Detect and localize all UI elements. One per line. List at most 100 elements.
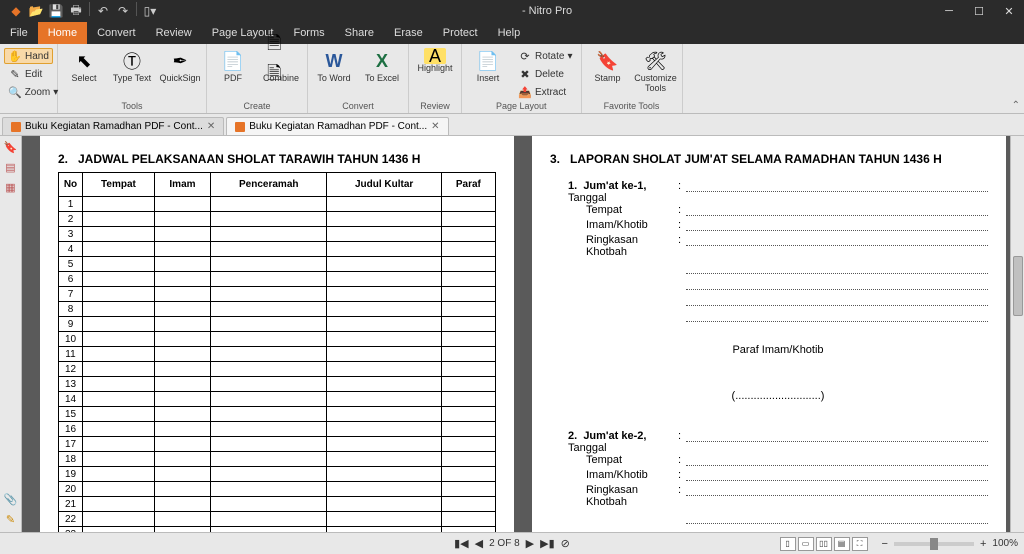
- pages-icon[interactable]: ▤: [4, 160, 18, 174]
- word-icon: W: [320, 48, 348, 74]
- pdf-icon: 📄: [219, 48, 247, 74]
- report-item-1: 1. Jum'at ke-1, Tanggal: Tempat: Imam/Kh…: [568, 180, 988, 402]
- zoom-icon: 🔍: [8, 85, 22, 99]
- last-page-button[interactable]: ▶▮: [540, 537, 555, 550]
- menu-review[interactable]: Review: [146, 22, 202, 44]
- view-facing-cont-button[interactable]: ▤: [834, 537, 850, 551]
- paraf-signature: (............................): [568, 390, 988, 402]
- combine-button[interactable]: 🗎🗎Combine: [259, 46, 303, 84]
- table-row: 19: [59, 467, 496, 482]
- zoom-level: 100%: [992, 538, 1018, 549]
- table-row: 10: [59, 332, 496, 347]
- doc-tab-2[interactable]: Buku Kegiatan Ramadhan PDF - Cont...✕: [226, 117, 448, 135]
- table-row: 20: [59, 482, 496, 497]
- table-row: 17: [59, 437, 496, 452]
- doc-tab-1[interactable]: Buku Kegiatan Ramadhan PDF - Cont...✕: [2, 117, 224, 135]
- zoom-tool[interactable]: 🔍Zoom ▾: [4, 84, 53, 100]
- scroll-thumb[interactable]: [1013, 256, 1023, 316]
- menu-convert[interactable]: Convert: [87, 22, 146, 44]
- to-excel-button[interactable]: XTo Excel: [360, 46, 404, 84]
- quick-access-icon[interactable]: ▯▾: [140, 2, 160, 20]
- pdf-tab-icon: [235, 122, 245, 132]
- view-fit-button[interactable]: ⛶: [852, 537, 868, 551]
- maximize-button[interactable]: ☐: [964, 0, 994, 22]
- view-continuous-button[interactable]: ▭: [798, 537, 814, 551]
- minimize-button[interactable]: ─: [934, 0, 964, 22]
- customize-button[interactable]: 🛠Customize Tools: [634, 46, 678, 94]
- delete-button[interactable]: ✖Delete: [514, 66, 577, 82]
- to-word-button[interactable]: WTo Word: [312, 46, 356, 84]
- redo-icon[interactable]: ↷: [113, 2, 133, 20]
- bookmarks-icon[interactable]: 🔖: [4, 140, 18, 154]
- rotate-icon: ⟳: [518, 49, 532, 63]
- pdf-tab-icon: [11, 122, 21, 132]
- view-facing-button[interactable]: ▯▯: [816, 537, 832, 551]
- close-icon[interactable]: ✕: [207, 121, 215, 132]
- pdf-page-right: 3.LAPORAN SHOLAT JUM'AT SELAMA RAMADHAN …: [532, 136, 1006, 532]
- customize-icon: 🛠: [642, 48, 670, 74]
- edit-tool[interactable]: ✎Edit: [4, 66, 53, 82]
- page-indicator: 2 OF 8: [489, 538, 520, 549]
- select-button[interactable]: ⬉Select: [62, 46, 106, 84]
- type-text-button[interactable]: ⓉType Text: [110, 46, 154, 84]
- menu-home[interactable]: Home: [38, 22, 87, 44]
- quicksign-button[interactable]: ✒QuickSign: [158, 46, 202, 84]
- annotations-icon[interactable]: ▦: [4, 180, 18, 194]
- status-bar: ▮◀ ◀ 2 OF 8 ▶ ▶▮ ⊘ ▯ ▭ ▯▯ ▤ ⛶ − + 100%: [0, 532, 1024, 554]
- edit-icon: ✎: [8, 67, 22, 81]
- pdf-button[interactable]: 📄PDF: [211, 46, 255, 84]
- close-button[interactable]: ✕: [994, 0, 1024, 22]
- ribbon-collapse-icon[interactable]: ⌃: [1012, 100, 1020, 111]
- text-icon: Ⓣ: [118, 48, 146, 74]
- rotate-button[interactable]: ⟳Rotate ▾: [514, 48, 577, 64]
- attachments-icon[interactable]: 📎: [4, 492, 18, 506]
- table-row: 1: [59, 197, 496, 212]
- review-group-label: Review: [420, 101, 450, 113]
- document-area: 2.JADWAL PELAKSANAAN SHOLAT TARAWIH TAHU…: [22, 136, 1024, 532]
- stamp-button[interactable]: 🔖Stamp: [586, 46, 630, 84]
- open-icon[interactable]: 📂: [26, 2, 46, 20]
- save-icon[interactable]: 💾: [46, 2, 66, 20]
- menu-protect[interactable]: Protect: [433, 22, 488, 44]
- signatures-icon[interactable]: ✎: [4, 512, 18, 526]
- pagelayout-group-label: Page Layout: [496, 101, 547, 113]
- extract-button[interactable]: 📤Extract: [514, 84, 577, 100]
- zoom-in-button[interactable]: +: [980, 538, 986, 550]
- schedule-table: No Tempat Imam Penceramah Judul Kultar P…: [58, 172, 496, 532]
- print-icon[interactable]: 🖶: [66, 2, 86, 20]
- ribbon-toolbar: ✋Hand ✎Edit 🔍Zoom ▾ ⬉Select ⓉType Text ✒…: [0, 44, 1024, 114]
- table-row: 7: [59, 287, 496, 302]
- hand-tool[interactable]: ✋Hand: [4, 48, 53, 64]
- window-title: - Nitro Pro: [160, 5, 934, 17]
- menu-file[interactable]: File: [0, 22, 38, 44]
- table-row: 14: [59, 392, 496, 407]
- tools-group-label: Tools: [121, 101, 142, 113]
- left-sidebar: 🔖 ▤ ▦ 📎 ✎: [0, 136, 22, 532]
- nitro-logo-icon[interactable]: ◆: [6, 2, 26, 20]
- cursor-icon: ⬉: [70, 48, 98, 74]
- menu-share[interactable]: Share: [335, 22, 384, 44]
- pdf-page-left: 2.JADWAL PELAKSANAAN SHOLAT TARAWIH TAHU…: [40, 136, 514, 532]
- insert-button[interactable]: 📄Insert: [466, 46, 510, 84]
- table-row: 9: [59, 317, 496, 332]
- prev-page-button[interactable]: ◀: [475, 537, 483, 550]
- table-row: 6: [59, 272, 496, 287]
- close-icon[interactable]: ✕: [431, 121, 439, 132]
- highlight-button[interactable]: AHighlight: [413, 46, 457, 74]
- table-row: 22: [59, 512, 496, 527]
- table-row: 11: [59, 347, 496, 362]
- next-page-button[interactable]: ▶: [526, 537, 534, 550]
- table-row: 12: [59, 362, 496, 377]
- first-page-button[interactable]: ▮◀: [454, 537, 469, 550]
- zoom-slider[interactable]: [894, 542, 974, 546]
- signature-icon: ✒: [166, 48, 194, 74]
- view-single-button[interactable]: ▯: [780, 537, 796, 551]
- undo-icon[interactable]: ↶: [93, 2, 113, 20]
- zoom-out-button[interactable]: −: [882, 538, 888, 550]
- menu-erase[interactable]: Erase: [384, 22, 433, 44]
- delete-icon: ✖: [518, 67, 532, 81]
- menu-help[interactable]: Help: [488, 22, 531, 44]
- history-back-button[interactable]: ⊘: [561, 537, 570, 550]
- report-item-2: 2. Jum'at ke-2, Tanggal: Tempat: Imam/Kh…: [568, 430, 988, 532]
- vertical-scrollbar[interactable]: [1010, 136, 1024, 532]
